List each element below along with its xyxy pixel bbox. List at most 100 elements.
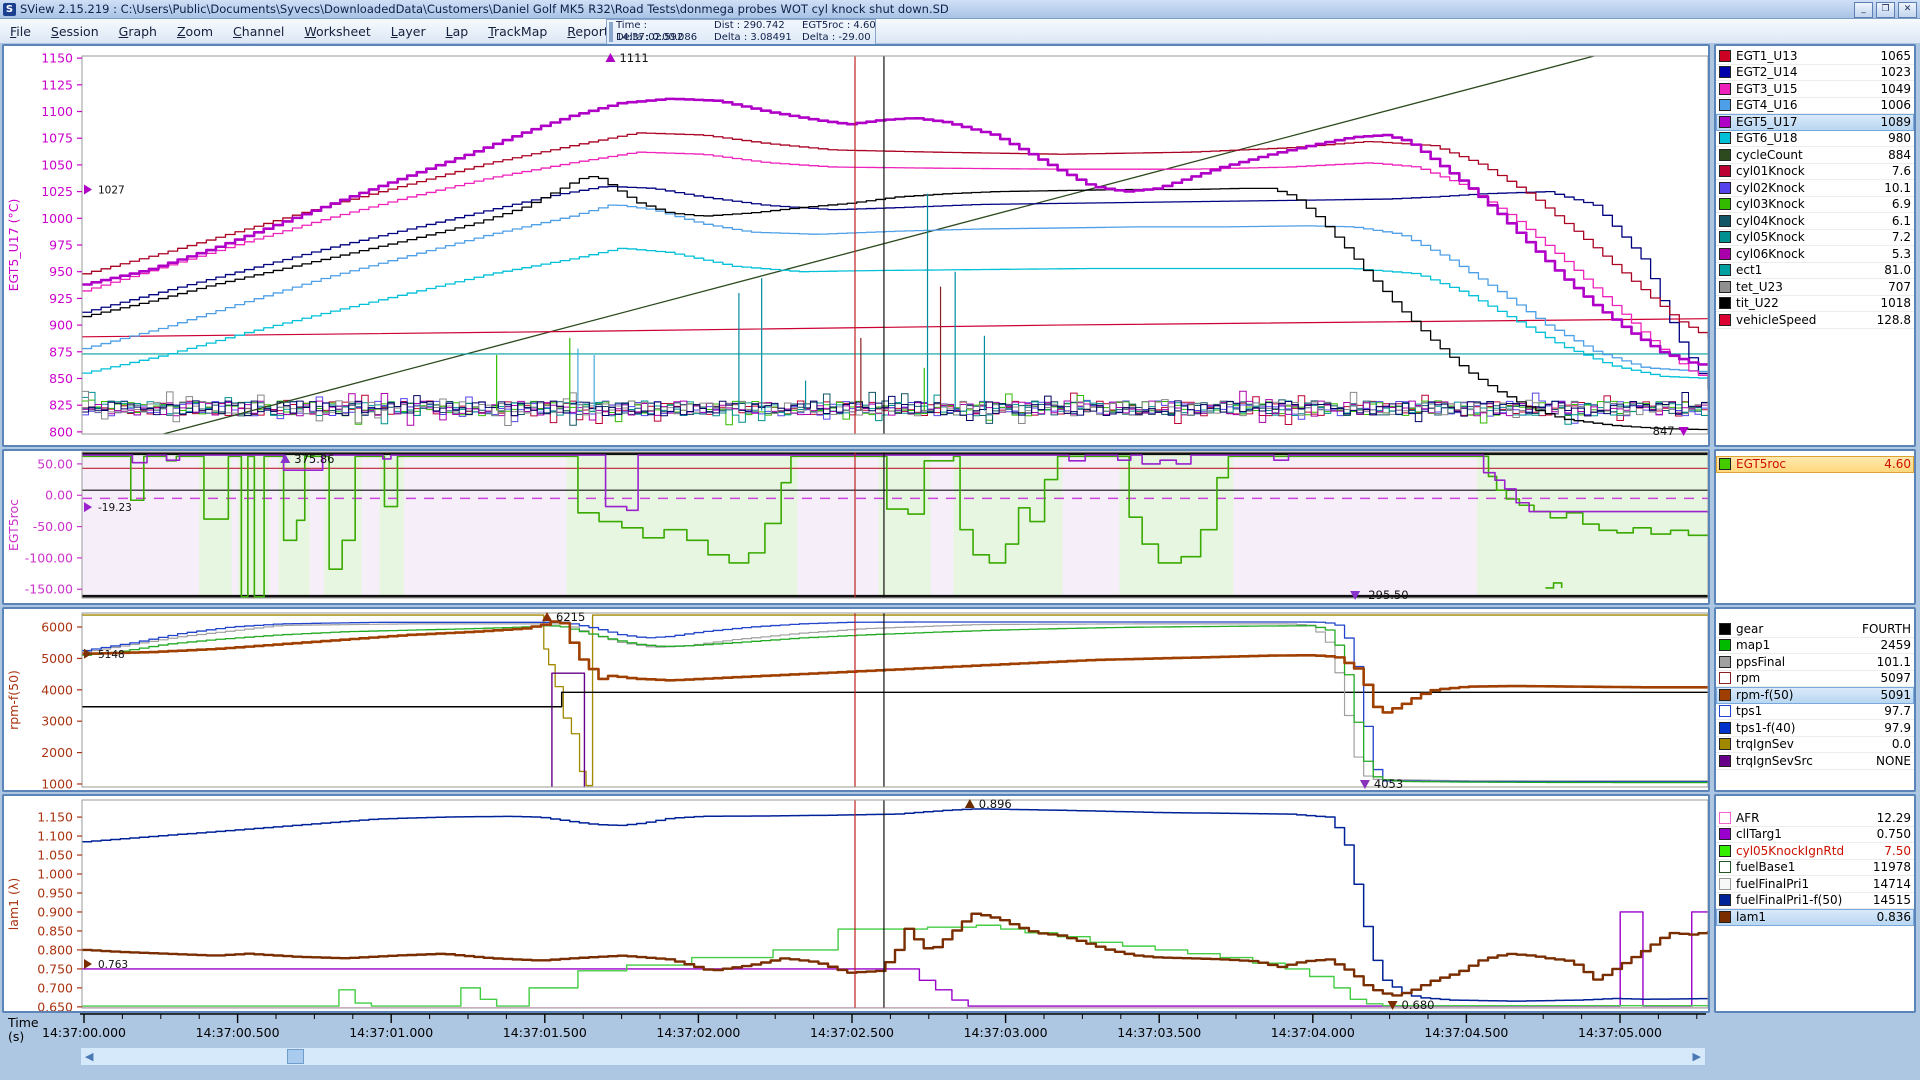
- channel-name: ppsFinal: [1736, 655, 1877, 669]
- scroll-left-icon[interactable]: ◀: [85, 1049, 93, 1065]
- channel-color-swatch: [1719, 248, 1731, 260]
- channel-row-fuelFinalPri1[interactable]: fuelFinalPri114714: [1716, 876, 1914, 893]
- channel-value: 12.29: [1877, 811, 1911, 825]
- channel-row-EGT1_U13[interactable]: EGT1_U131065: [1716, 48, 1914, 65]
- channel-list-3: gearFOURTHmap12459ppsFinal101.1rpm5097rp…: [1714, 607, 1916, 792]
- channel-row-EGT4_U16[interactable]: EGT4_U161006: [1716, 98, 1914, 115]
- channel-value: 2459: [1880, 638, 1911, 652]
- channel-value: 10.1: [1884, 181, 1911, 195]
- channel-row-rpm[interactable]: rpm5097: [1716, 671, 1914, 688]
- channel-name: map1: [1736, 638, 1880, 652]
- channel-row-map1[interactable]: map12459: [1716, 638, 1914, 655]
- channel-row-EGT5_U17[interactable]: EGT5_U171089: [1716, 114, 1914, 131]
- channel-row-rpm-f(50)[interactable]: rpm-f(50)5091: [1716, 687, 1914, 704]
- min-marker-label: 847: [1653, 424, 1675, 438]
- channel-row-cyl01Knock[interactable]: cyl01Knock7.6: [1716, 164, 1914, 181]
- channel-value: 97.7: [1884, 704, 1911, 718]
- time-tick-label: 14:37:00.000: [42, 1025, 126, 1040]
- menu-trackmap[interactable]: TrackMap: [478, 21, 557, 42]
- channel-row-tps1-f(40)[interactable]: tps1-f(40)97.9: [1716, 720, 1914, 737]
- menu-worksheet[interactable]: Worksheet: [294, 21, 380, 42]
- menu-file[interactable]: File: [0, 21, 41, 42]
- svg-text:875: 875: [49, 344, 73, 359]
- channel-name: gear: [1736, 622, 1862, 636]
- channel-row-fuelBase1[interactable]: fuelBase111978: [1716, 860, 1914, 877]
- channel-row-trqIgnSevSrc[interactable]: trqIgnSevSrcNONE: [1716, 753, 1914, 770]
- menu-session[interactable]: Session: [41, 21, 109, 42]
- channel-row-EGT2_U14[interactable]: EGT2_U141023: [1716, 65, 1914, 82]
- channel-row-AFR[interactable]: AFR12.29: [1716, 810, 1914, 827]
- svg-text:5000: 5000: [41, 651, 73, 666]
- channel-row-ect1[interactable]: ect181.0: [1716, 263, 1914, 280]
- channel-row-EGT6_U18[interactable]: EGT6_U18980: [1716, 131, 1914, 148]
- channel-row-gear[interactable]: gearFOURTH: [1716, 621, 1914, 638]
- chart-panel-2[interactable]: 50.000.00-50.00-100.00-150.00EGT5roc375.…: [2, 449, 1710, 605]
- channel-color-swatch: [1719, 812, 1731, 824]
- channel-row-tet_U23[interactable]: tet_U23707: [1716, 279, 1914, 296]
- channel-color-swatch: [1719, 182, 1731, 194]
- channel-list-4: AFR12.29cllTarg10.750cyl05KnockIgnRtd7.5…: [1714, 794, 1916, 1013]
- channel-value: 1006: [1880, 98, 1911, 112]
- svg-text:0.800: 0.800: [37, 942, 73, 957]
- channel-row-cyl04Knock[interactable]: cyl04Knock6.1: [1716, 213, 1914, 230]
- menu-graph[interactable]: Graph: [109, 21, 167, 42]
- channel-value: 980: [1888, 131, 1911, 145]
- svg-text:3000: 3000: [41, 714, 73, 729]
- channel-row-fuelFinalPri1-f(50)[interactable]: fuelFinalPri1-f(50)14515: [1716, 893, 1914, 910]
- channel-color-swatch: [1719, 99, 1731, 111]
- channel-value: 81.0: [1884, 263, 1911, 277]
- channel-row-cycleCount[interactable]: cycleCount884: [1716, 147, 1914, 164]
- channel-row-lam1[interactable]: lam10.836: [1716, 909, 1914, 926]
- channel-row-vehicleSpeed[interactable]: vehicleSpeed128.8: [1716, 312, 1914, 329]
- menu-bar: FileSessionGraphZoomChannelWorksheetLaye…: [0, 19, 1920, 43]
- menu-layer[interactable]: Layer: [381, 21, 436, 42]
- channel-name: lam1: [1736, 910, 1877, 924]
- channel-row-cyl06Knock[interactable]: cyl06Knock5.3: [1716, 246, 1914, 263]
- channel-name: cyl01Knock: [1736, 164, 1892, 178]
- channel-row-cyl02Knock[interactable]: cyl02Knock10.1: [1716, 180, 1914, 197]
- channel-row-tps1[interactable]: tps197.7: [1716, 704, 1914, 721]
- chart-panel-4[interactable]: 1.1501.1001.0501.0000.9500.9000.8500.800…: [2, 794, 1710, 1013]
- time-tick-label: 14:37:02.000: [656, 1025, 740, 1040]
- channel-color-swatch: [1719, 149, 1731, 161]
- channel-color-swatch: [1719, 66, 1731, 78]
- channel-name: EGT2_U14: [1736, 65, 1880, 79]
- channel-value: 5.3: [1892, 247, 1911, 261]
- channel-value: 14714: [1873, 877, 1911, 891]
- channel-value: 7.6: [1892, 164, 1911, 178]
- menu-channel[interactable]: Channel: [223, 21, 294, 42]
- restore-button[interactable]: ❐: [1876, 2, 1895, 18]
- minimize-button[interactable]: _: [1854, 2, 1873, 18]
- channel-color-swatch: [1719, 215, 1731, 227]
- channel-row-cllTarg1[interactable]: cllTarg10.750: [1716, 827, 1914, 844]
- channel-row-EGT3_U15[interactable]: EGT3_U151049: [1716, 81, 1914, 98]
- channel-row-cyl05KnockIgnRtd[interactable]: cyl05KnockIgnRtd7.50: [1716, 843, 1914, 860]
- max-marker-label: 0.896: [979, 797, 1012, 811]
- channel-row-EGT5roc[interactable]: EGT5roc4.60: [1716, 456, 1914, 473]
- cursor-value-label: -19.23: [98, 502, 132, 514]
- menu-zoom[interactable]: Zoom: [167, 21, 223, 42]
- svg-text:0.750: 0.750: [37, 961, 73, 976]
- channel-row-cyl05Knock[interactable]: cyl05Knock7.2: [1716, 230, 1914, 247]
- chart-panel-3[interactable]: 600050004000300020001000rpm-f(50)6215405…: [2, 607, 1710, 792]
- channel-value: 0.750: [1877, 827, 1911, 841]
- svg-text:1.000: 1.000: [37, 867, 73, 882]
- scrollbar-thumb[interactable]: [287, 1049, 304, 1064]
- time-tick-label: 14:37:04.000: [1271, 1025, 1355, 1040]
- close-button[interactable]: ✕: [1898, 2, 1917, 18]
- channel-row-ppsFinal[interactable]: ppsFinal101.1: [1716, 654, 1914, 671]
- channel-color-swatch: [1719, 755, 1731, 767]
- scroll-right-icon[interactable]: ▶: [1693, 1049, 1701, 1065]
- channel-list-2: EGT5roc4.60: [1714, 449, 1916, 605]
- chart-panel-1[interactable]: 1150112511001075105010251000975950925900…: [2, 44, 1710, 447]
- channel-name: fuelBase1: [1736, 860, 1873, 874]
- horizontal-scrollbar[interactable]: ◀ ▶: [80, 1047, 1706, 1066]
- channel-value: 7.50: [1884, 844, 1911, 858]
- menu-lap[interactable]: Lap: [436, 21, 479, 42]
- channel-row-cyl03Knock[interactable]: cyl03Knock6.9: [1716, 197, 1914, 214]
- channel-name: cyl03Knock: [1736, 197, 1892, 211]
- channel-row-tit_U22[interactable]: tit_U221018: [1716, 296, 1914, 313]
- app-icon: S: [3, 3, 16, 16]
- channel-row-trqIgnSev[interactable]: trqIgnSev0.0: [1716, 737, 1914, 754]
- channel-name: EGT5_U17: [1736, 115, 1880, 129]
